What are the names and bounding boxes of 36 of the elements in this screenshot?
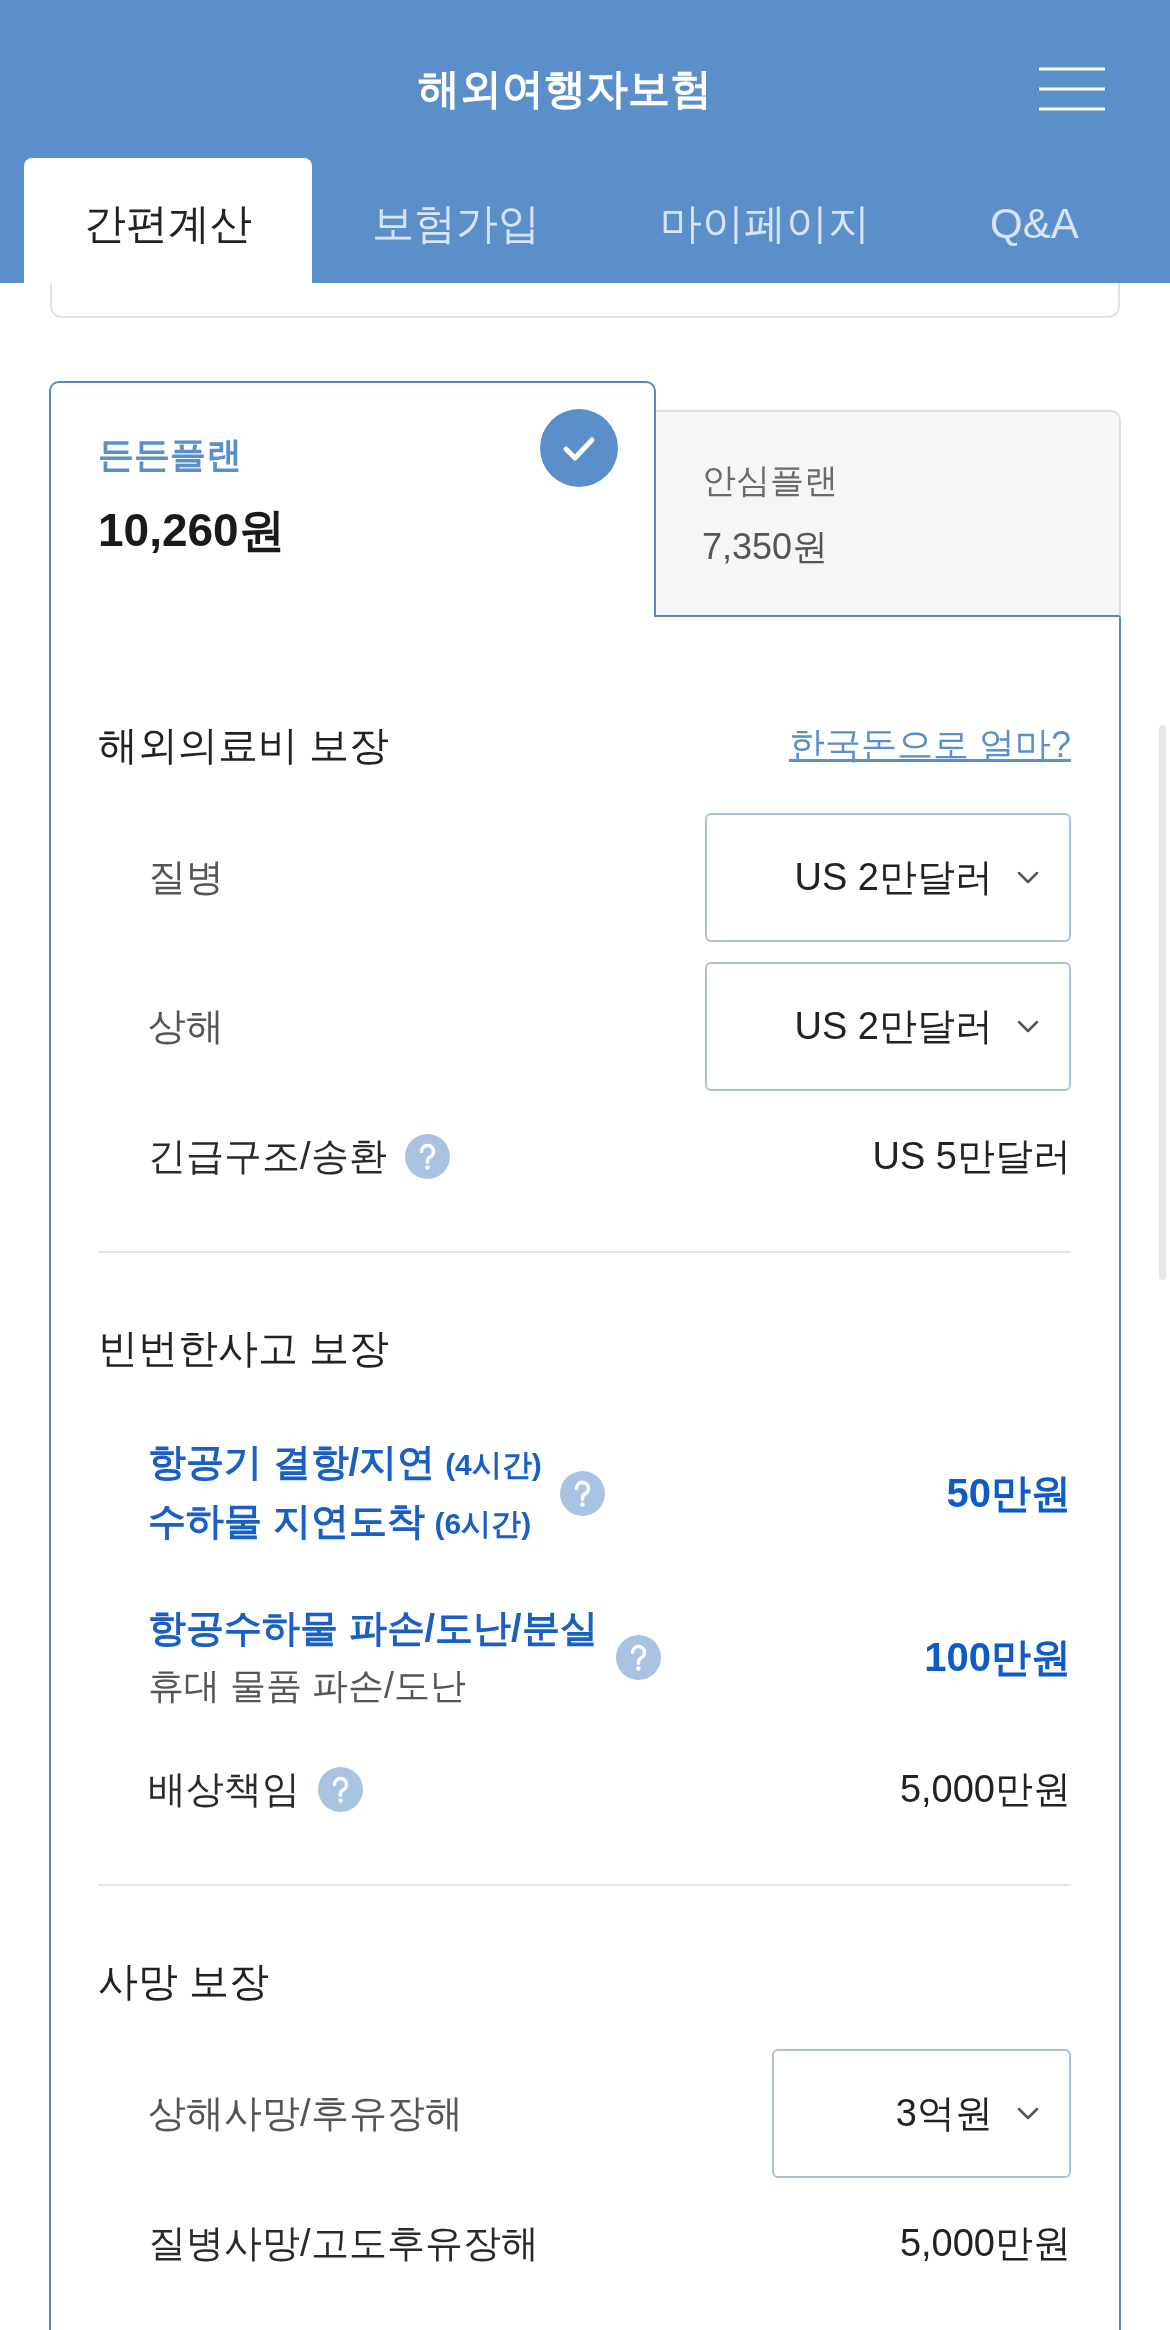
coverage-label: 항공수하물 파손/도난/분실 [148, 1607, 598, 1649]
coverage-amount: 50만원 [946, 1469, 1071, 1517]
nav-tab[interactable]: 간편계산 [24, 158, 312, 283]
coverage-label: 상해 [148, 1004, 224, 1049]
chevron-icon [1017, 2107, 1039, 2120]
coverage-label: 질병사망/고도후유장해 [148, 2220, 539, 2266]
amount-select[interactable]: 3억원 [772, 2049, 1071, 2178]
app-title: 해외여행자보험 [417, 63, 712, 114]
section-title: 사망 보장 [98, 1957, 270, 2005]
chevron-icon [1017, 1020, 1039, 1033]
coverage-label: 긴급구조/송환 [148, 1133, 387, 1179]
duration-note: (4시간) [445, 1448, 542, 1481]
coverage-amount: 5,000만원 [899, 1766, 1071, 1812]
coverage-amount: 100만원 [924, 1633, 1071, 1681]
section-title: 해외의료비 보장 [98, 721, 390, 769]
duration-note: (6시간) [434, 1507, 532, 1540]
coverage-label: 휴대 물품 파손/도난 [148, 1665, 466, 1706]
amount-select[interactable]: US 2만달러 [704, 962, 1071, 1091]
amount-select[interactable]: US 2만달러 [704, 813, 1071, 942]
plan-tab[interactable]: 든든플랜 10,260원 [49, 381, 656, 617]
coverage-amount: 5,000만원 [899, 2220, 1071, 2266]
coverage-label: 항공기 결항/지연 [148, 1441, 436, 1483]
coverage-label: 상해사망/후유장해 [148, 2091, 463, 2136]
check-icon [540, 409, 618, 487]
help-icon[interactable] [318, 1766, 363, 1812]
coverage-amount: US 5만달러 [872, 1133, 1071, 1179]
chevron-icon [1017, 871, 1039, 884]
section-title: 빈번한사고 보장 [98, 1324, 390, 1372]
help-icon[interactable] [404, 1133, 450, 1179]
coverage-label: 질병 [148, 855, 224, 900]
help-icon[interactable] [615, 1634, 661, 1680]
help-icon[interactable] [559, 1470, 605, 1516]
menu-icon[interactable] [1039, 67, 1105, 111]
coverage-label: 배상책임 [148, 1766, 300, 1812]
coverage-label: 수하물 지연도착 [148, 1500, 425, 1542]
plan-tab[interactable]: 안심플랜 7,350원 [656, 410, 1121, 617]
